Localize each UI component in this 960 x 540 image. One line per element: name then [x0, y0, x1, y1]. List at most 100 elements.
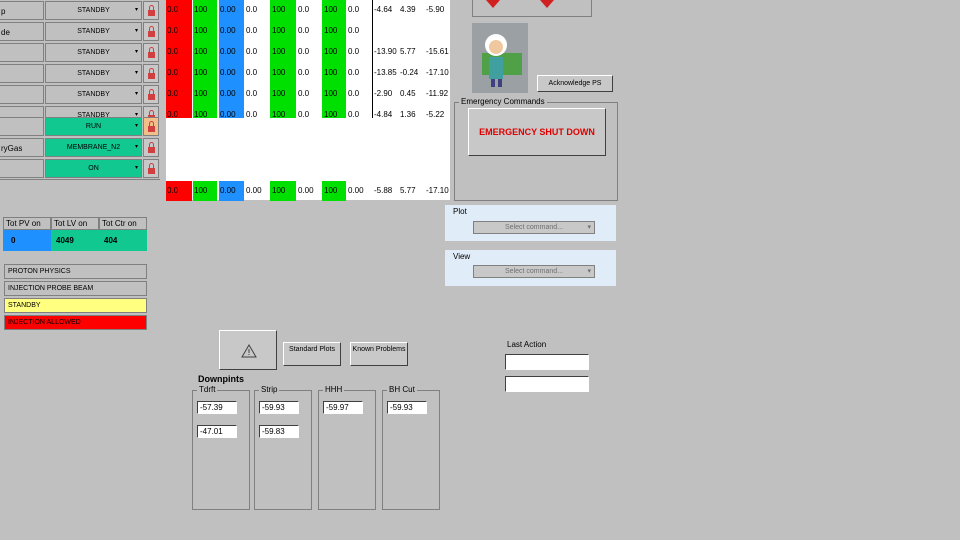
grid-cell: -13.85 [374, 68, 397, 77]
known-problems-button[interactable]: Known Problems [350, 342, 408, 366]
totals-header-pv: Tot PV on [3, 217, 51, 230]
grid-cell: 0.0 [348, 5, 360, 14]
grid-cell: 100 [324, 68, 338, 77]
view-select-text: Select command... [505, 268, 563, 275]
chevron-down-icon: ▾ [134, 144, 138, 150]
lock-icon[interactable] [143, 85, 159, 104]
channel-label: ryGas [0, 138, 44, 157]
channel-state-select[interactable]: STANDBY ▾ [45, 64, 142, 83]
acknowledge-ps-button[interactable]: Acknowledge PS [537, 75, 613, 92]
chevron-down-icon: ▾ [134, 123, 138, 129]
setpoint-group: BH Cut -59.93 [382, 385, 440, 510]
grid-cell: -0.24 [400, 68, 419, 77]
channel-state-select[interactable]: STANDBY ▾ [45, 43, 142, 62]
grid-cell: 0.00 [220, 68, 236, 77]
grid-cell: -5.22 [426, 110, 445, 119]
status-line: STANDBY [4, 298, 147, 313]
grid-cell: 100 [324, 47, 338, 56]
chevron-down-icon: ▾ [134, 28, 138, 34]
lock-icon[interactable] [143, 159, 159, 178]
setpoint-group: Tdrft -57.39 -47.01 [192, 385, 250, 510]
grid-cell: 5.77 [400, 47, 416, 56]
last-action-label: Last Action [507, 340, 547, 349]
grid-cell: -13.90 [374, 47, 397, 56]
plot-title: Plot [453, 207, 467, 216]
lock-icon[interactable] [143, 1, 159, 20]
setpoint-field[interactable]: -59.97 [323, 401, 363, 414]
totals-header-lv: Tot LV on [51, 217, 99, 230]
channel-state-select[interactable]: RUN ▾ [45, 117, 142, 136]
channel-state-select[interactable]: MEMBRANE_N2 ▾ [45, 138, 142, 157]
data-grid: 0.0 100 0.00 0.0 100 0.0 100 0.0 -4.64 4.39 -5.90 0… [166, 0, 450, 201]
grid-cell: 0.0 [246, 47, 258, 56]
grid-cell: 0.0 [167, 68, 179, 77]
summary-cell: 0.00 [298, 186, 314, 195]
grid-cell: 0.0 [246, 5, 258, 14]
last-action-field-2[interactable] [505, 376, 589, 392]
lock-icon[interactable] [143, 138, 159, 157]
channel-state-text: STANDBY [77, 49, 110, 56]
status-line: PROTON PHYSICS [4, 264, 147, 279]
grid-cell: 4.39 [400, 5, 416, 14]
grid-divider [372, 0, 373, 118]
grid-cell: -4.84 [374, 110, 393, 119]
setpoint-field[interactable]: -59.93 [259, 401, 299, 414]
channel-state-text: ON [88, 165, 99, 172]
grid-cell: 0.0 [298, 5, 310, 14]
grid-cell: 0.0 [167, 89, 179, 98]
grid-cell: 100 [194, 26, 208, 35]
grid-cell: 0.0 [348, 47, 360, 56]
channel-label [0, 85, 44, 104]
chevron-down-icon: ▾ [587, 268, 591, 275]
last-action-field-1[interactable] [505, 354, 589, 370]
setpoint-field[interactable]: -59.93 [387, 401, 427, 414]
grid-cell: 100 [324, 89, 338, 98]
grid-cell: -15.61 [426, 47, 449, 56]
lock-icon[interactable] [143, 22, 159, 41]
grid-cell: 100 [194, 110, 208, 119]
grid-cell: -11.92 [426, 89, 449, 98]
grid-cell: 0.0 [298, 68, 310, 77]
grid-cell: 100 [272, 47, 286, 56]
grid-cell: 0.0 [298, 26, 310, 35]
standard-plots-button[interactable]: Standard Plots [283, 342, 341, 366]
indicator-box [472, 0, 592, 17]
grid-cell: 0.45 [400, 89, 416, 98]
setpoint-group-title: Tdrft [197, 385, 218, 394]
warning-button[interactable] [219, 330, 277, 370]
setpoint-field[interactable]: -59.83 [259, 425, 299, 438]
plot-panel: Plot Select command... ▾ [445, 205, 616, 241]
lock-icon[interactable] [143, 43, 159, 62]
lock-icon[interactable] [143, 117, 159, 136]
channel-state-select[interactable]: ON ▾ [45, 159, 142, 178]
grid-cell: 0.0 [246, 26, 258, 35]
view-title: View [453, 252, 471, 261]
grid-cell: 100 [194, 5, 208, 14]
channel-state-text: STANDBY [77, 7, 110, 14]
channel-state-select[interactable]: STANDBY ▾ [45, 85, 142, 104]
grid-cell: 0.0 [298, 110, 310, 119]
grid-cell: 0.0 [298, 89, 310, 98]
grid-cell: -4.64 [374, 5, 393, 14]
lock-icon[interactable] [143, 64, 159, 83]
grid-cell: 0.0 [348, 26, 360, 35]
status-line: INJECTION ALLOWED [4, 315, 147, 330]
grid-cell: 0.0 [348, 89, 360, 98]
plot-command-select[interactable]: Select command... ▾ [473, 221, 595, 234]
grid-cell: -5.90 [426, 5, 445, 14]
channel-label [0, 64, 44, 83]
grid-cell: 0.0 [167, 26, 179, 35]
setpoint-field[interactable]: -57.39 [197, 401, 237, 414]
grid-cell: 0.0 [298, 47, 310, 56]
grid-cell: 100 [194, 68, 208, 77]
grid-cell: 100 [272, 5, 286, 14]
channel-state-select[interactable]: STANDBY ▾ [45, 1, 142, 20]
view-command-select[interactable]: Select command... ▾ [473, 265, 595, 278]
grid-cell: -17.10 [426, 68, 449, 77]
setpoint-field[interactable]: -47.01 [197, 425, 237, 438]
summary-cell: 0.00 [220, 186, 236, 195]
emergency-shutdown-button[interactable]: EMERGENCY SHUT DOWN [468, 108, 606, 156]
grid-cell: 0.00 [220, 110, 236, 119]
summary-cell: 0.00 [246, 186, 262, 195]
channel-state-select[interactable]: STANDBY ▾ [45, 22, 142, 41]
